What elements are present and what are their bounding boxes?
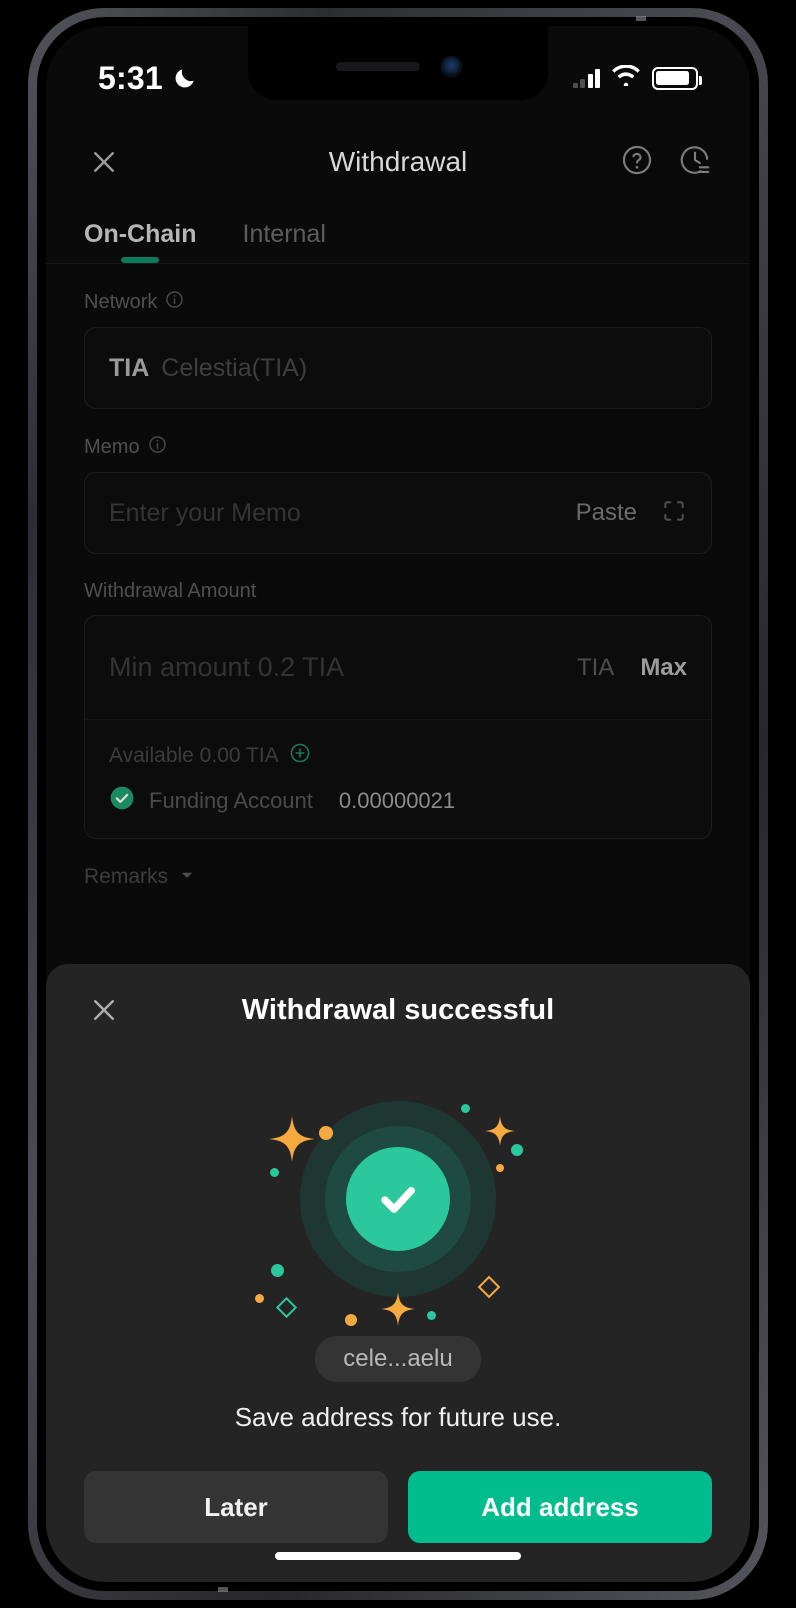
decor-dot [271,1264,284,1277]
moon-icon [172,65,198,91]
decor-dot [319,1126,333,1140]
history-clock-icon[interactable] [678,143,712,182]
network-field-block: Network TIA Celestia(TIA) [46,290,750,409]
battery-icon [652,66,702,90]
plus-circle-icon[interactable] [289,742,311,769]
sparkle-icon [269,1116,315,1162]
modal-header: Withdrawal successful [46,964,750,1056]
network-name: Celestia(TIA) [161,353,308,382]
home-indicator[interactable] [275,1552,521,1560]
frame-antenna-seam [636,16,646,21]
decor-dot [461,1104,470,1113]
network-label-row: Network [84,290,712,315]
status-time: 5:31 [98,59,163,96]
tab-label: On-Chain [84,220,197,248]
check-circle-icon [109,785,135,816]
later-button[interactable]: Later [84,1471,388,1543]
close-icon[interactable] [84,142,124,182]
sparkle-icon [381,1292,415,1326]
modal-actions: Later Add address [46,1433,750,1543]
header-actions [620,143,712,182]
device-notch [248,26,548,100]
decor-dot [255,1294,264,1303]
amount-label: Withdrawal Amount [84,580,257,602]
scan-qr-icon[interactable] [661,498,687,529]
modal-title: Withdrawal successful [241,993,555,1026]
network-select[interactable]: TIA Celestia(TIA) [84,327,712,409]
address-chip[interactable]: cele...aelu [315,1336,481,1382]
help-circle-icon[interactable] [620,143,654,182]
active-tab-indicator [121,257,160,263]
info-circle-icon[interactable] [165,290,184,315]
phone-bezel: 5:31 Withdrawal On-Chain Internal Networ… [37,17,759,1591]
amount-box: Min amount 0.2 TIA TIA Max Available 0.0… [84,615,712,839]
memo-input[interactable]: Enter your Memo [109,499,576,528]
amount-field-block: Withdrawal Amount Min amount 0.2 TIA TIA… [46,580,750,839]
memo-label: Memo [84,436,140,458]
paste-button[interactable]: Paste [576,499,637,527]
check-icon [381,1186,415,1213]
tab-on-chain[interactable]: On-Chain [84,220,197,263]
max-button[interactable]: Max [640,654,687,682]
decor-diamond [275,1296,298,1319]
amount-input-row[interactable]: Min amount 0.2 TIA TIA Max [85,616,711,720]
cellular-signal-icon [572,68,600,88]
amount-input[interactable]: Min amount 0.2 TIA [109,652,577,683]
decor-dot [270,1168,279,1177]
memo-input-row[interactable]: Enter your Memo Paste [84,472,712,554]
check-circle-success-icon [233,1064,563,1334]
funding-account-amount: 0.00000021 [338,787,456,813]
tab-internal[interactable]: Internal [243,220,326,263]
app-header: Withdrawal [46,126,750,198]
earpiece-speaker [335,61,420,71]
remarks-label: Remarks [84,865,169,888]
funding-account-label: Funding Account [149,787,313,813]
memo-label-row: Memo [84,435,712,460]
decor-dot [427,1311,436,1320]
network-symbol: TIA [109,353,150,382]
save-address-text: Save address for future use. [234,1402,562,1432]
chevron-down-icon[interactable] [178,866,196,889]
sparkle-icon [485,1116,515,1146]
add-address-button[interactable]: Add address [408,1471,712,1543]
funding-account-row[interactable]: Funding Account 0.00000021 [85,769,711,838]
status-indicators [572,64,702,91]
tab-label: Internal [242,220,326,248]
available-balance: Available 0.00 TIA [109,743,279,767]
close-icon[interactable] [84,990,124,1030]
available-row: Available 0.00 TIA [85,720,711,769]
withdrawal-success-modal: Withdrawal successful cele...aelu Save a… [46,964,750,1582]
front-camera [441,56,461,76]
decor-dot [496,1164,504,1172]
info-circle-icon[interactable] [148,435,167,460]
amount-label-row: Withdrawal Amount [84,580,712,603]
memo-field-block: Memo Enter your Memo Paste [46,435,750,554]
decor-diamond [477,1275,501,1299]
success-check-circle [346,1147,450,1251]
phone-frame: 5:31 Withdrawal On-Chain Internal Networ… [28,8,768,1600]
decor-dot [511,1144,523,1156]
amount-unit: TIA [576,653,615,681]
phone-screen: 5:31 Withdrawal On-Chain Internal Networ… [46,26,750,1582]
remarks-row[interactable]: Remarks [46,839,750,889]
network-label: Network [84,291,158,313]
withdrawal-type-tabs: On-Chain Internal [46,198,750,264]
frame-antenna-seam [218,1587,228,1592]
decor-dot [345,1314,357,1326]
wifi-icon [612,64,640,91]
